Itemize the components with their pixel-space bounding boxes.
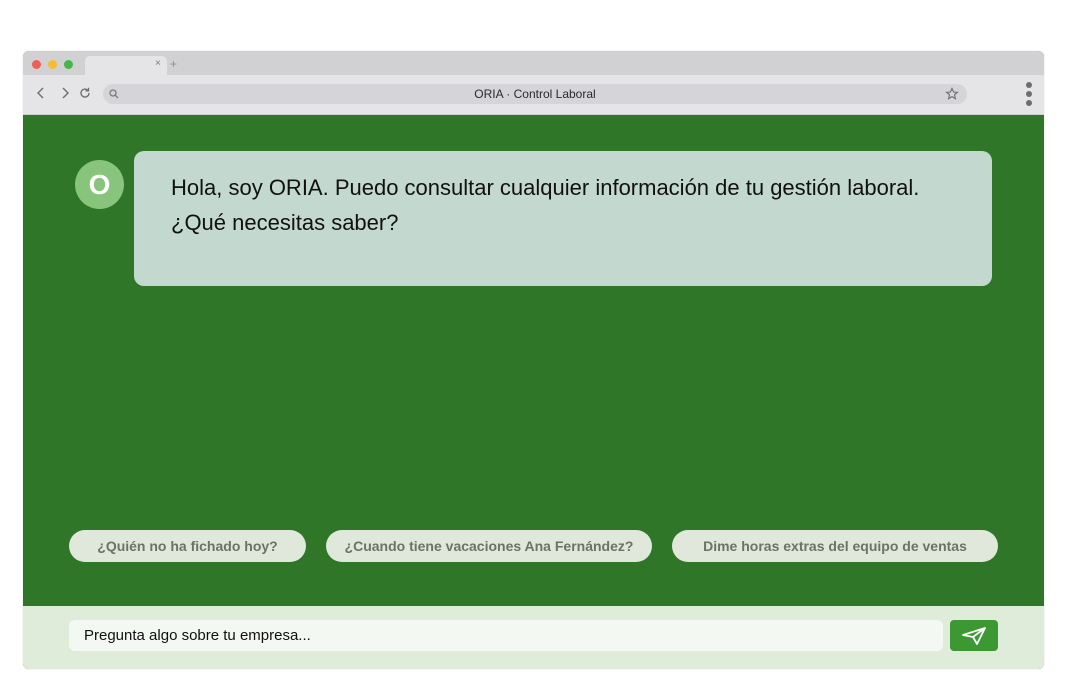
minimize-window-button[interactable] (48, 60, 57, 69)
address-bar[interactable]: ORIA · Control Laboral (103, 84, 967, 104)
close-window-button[interactable] (32, 60, 41, 69)
browser-toolbar: ORIA · Control Laboral (23, 75, 1044, 115)
assistant-message-bubble: Hola, soy ORIA. Puedo consultar cualquie… (134, 151, 992, 286)
forward-icon[interactable] (58, 86, 72, 100)
suggestion-chip[interactable]: Dime horas extras del equipo de ventas (672, 530, 998, 562)
reload-icon[interactable] (78, 86, 92, 100)
maximize-window-button[interactable] (64, 60, 73, 69)
composer-bar (23, 606, 1044, 669)
browser-window: × + ORIA · Control Laboral O Hola, soy O… (23, 51, 1044, 669)
tab-close-icon[interactable]: × (155, 58, 161, 70)
new-tab-icon[interactable]: + (170, 57, 177, 71)
suggestion-chip[interactable]: ¿Quién no ha fichado hoy? (69, 530, 306, 562)
page-title: ORIA · Control Laboral (474, 87, 596, 101)
bookmark-star-icon[interactable] (945, 87, 959, 101)
paper-plane-icon (962, 626, 986, 645)
assistant-message-text: Hola, soy ORIA. Puedo consultar cualquie… (171, 175, 920, 235)
message-input[interactable] (69, 620, 943, 651)
suggestion-chip[interactable]: ¿Cuando tiene vacaciones Ana Fernández? (326, 530, 652, 562)
send-button[interactable] (950, 620, 998, 651)
tab-bar: × + (23, 51, 1044, 75)
browser-menu-icon[interactable] (1025, 81, 1033, 107)
assistant-avatar: O (75, 160, 124, 209)
back-icon[interactable] (34, 86, 48, 100)
